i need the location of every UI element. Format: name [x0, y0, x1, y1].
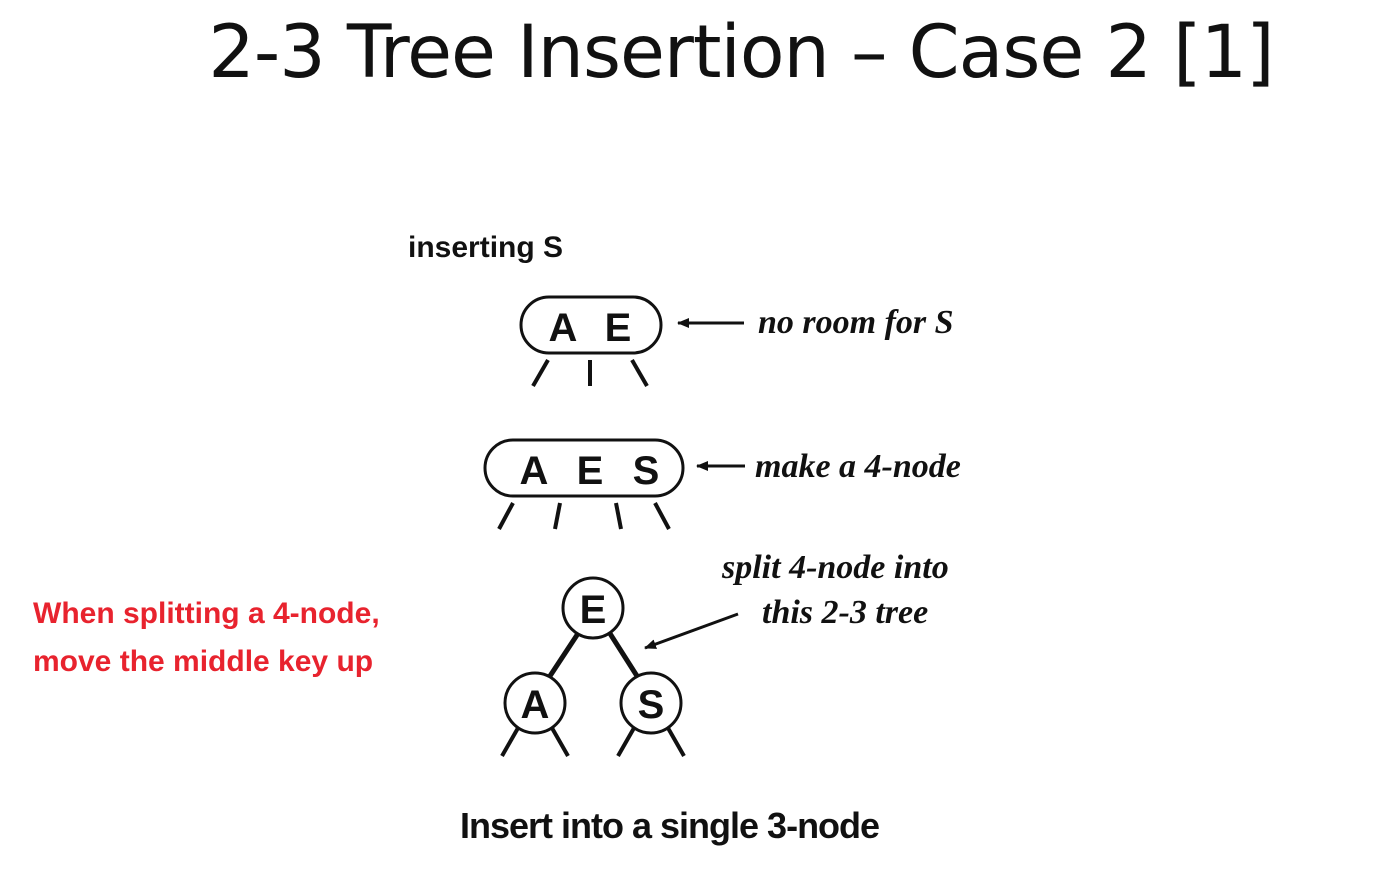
diagram-heading: inserting S [408, 231, 563, 264]
four-node-link-2 [553, 502, 562, 530]
right-child-key: S [638, 683, 665, 727]
four-node-key-3: S [633, 449, 660, 493]
no-room-annotation: no room for S [758, 304, 954, 341]
four-node-link-3 [614, 502, 623, 530]
slide: 2-3 Tree Insertion – Case 2 [1] When spl… [0, 0, 1398, 874]
tree-edge-right [606, 630, 640, 678]
three-node: A E [519, 295, 663, 387]
diagram-caption: Insert into a single 3-node [460, 805, 879, 846]
three-node-link-left [531, 359, 550, 387]
right-child-link-left [616, 727, 636, 757]
three-node-key-2: E [605, 306, 632, 350]
four-node-link-4 [653, 502, 671, 530]
make-4-node-annotation: make a 4-node [755, 448, 961, 485]
three-node-key-1: A [549, 306, 578, 350]
split-annotation-line-2: this 2-3 tree [762, 594, 928, 631]
tree-edge-left [547, 630, 582, 678]
split-arrow [644, 612, 739, 650]
root-node-key: E [580, 588, 607, 632]
four-node-link-1 [497, 502, 515, 530]
four-node-key-1: A [520, 449, 549, 493]
four-node: A E S [483, 438, 685, 530]
left-child-link-right [550, 727, 570, 757]
left-child-key: A [521, 683, 550, 727]
tree-insertion-diagram: inserting S A E no room for S A E S make… [408, 231, 961, 846]
right-child-link-right [666, 727, 686, 757]
left-child-link-left [500, 727, 520, 757]
four-node-key-2: E [577, 449, 604, 493]
split-tree: E A S [500, 576, 686, 757]
three-node-link-right [630, 359, 649, 387]
split-annotation-line-1: split 4-node into [721, 549, 949, 586]
three-node-shape [519, 295, 663, 355]
